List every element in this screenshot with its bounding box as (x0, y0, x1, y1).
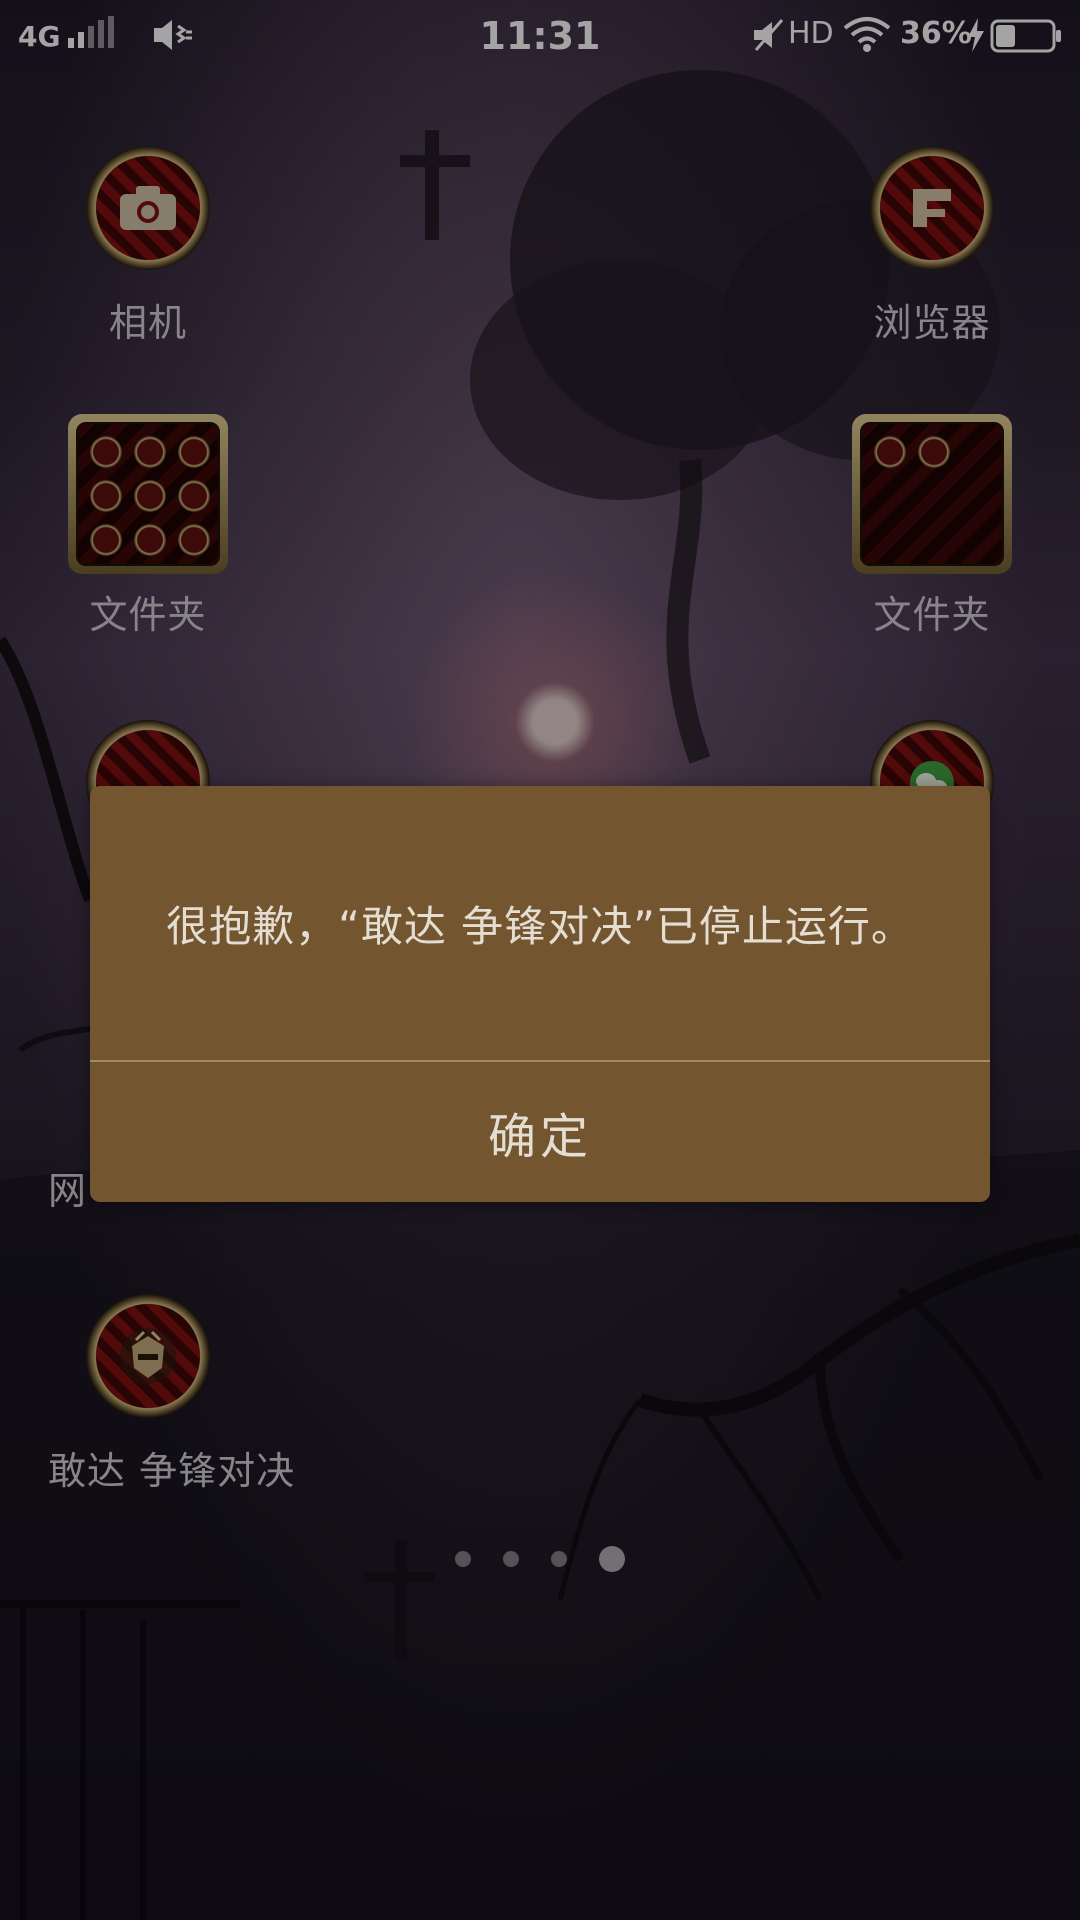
dialog-message: 很抱歉，“敢达 争锋对决”已停止运行。 (166, 901, 914, 951)
ok-button[interactable]: 确定 (90, 1062, 990, 1202)
app-stopped-dialog: 很抱歉，“敢达 争锋对决”已停止运行。 确定 (90, 786, 990, 1202)
